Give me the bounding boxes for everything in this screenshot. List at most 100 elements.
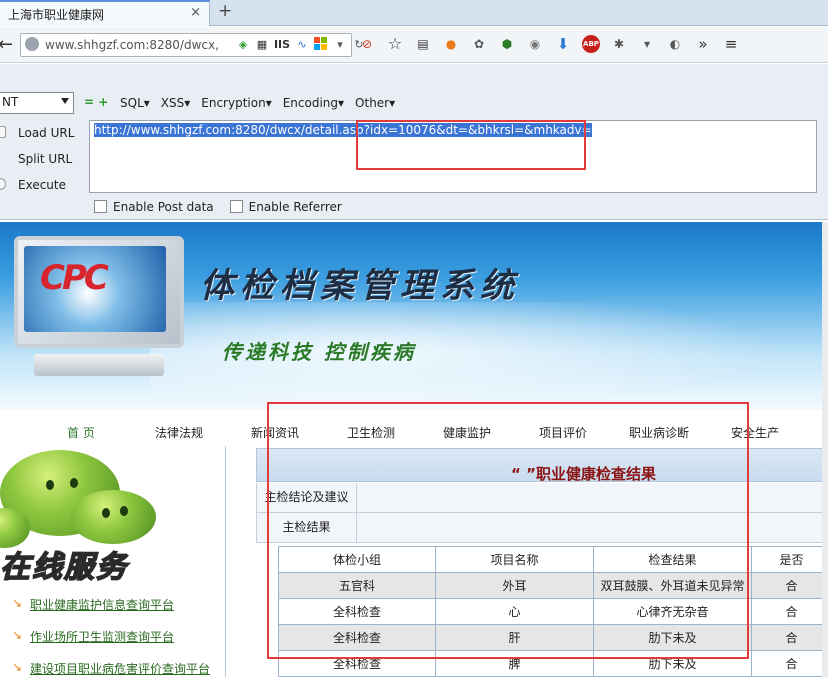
toolbar-dropdown-icon[interactable]: ▾	[638, 35, 656, 53]
load-url-button[interactable]: Load URL	[0, 122, 86, 148]
address-bar-url: www.shhgzf.com:8280/dwcx,	[45, 38, 219, 52]
menu-other[interactable]: Other▾	[355, 96, 395, 110]
nav-news[interactable]: 新闻资讯	[251, 424, 299, 441]
hackbar-options: Enable Post data Enable Referrer	[94, 200, 342, 214]
site-banner: CPC 体检档案管理系统 传递科技 控制疾病	[0, 222, 828, 410]
header-group: 体检小组	[278, 546, 436, 573]
firebug-icon[interactable]: ●	[442, 35, 460, 53]
cell-group: 五官科	[278, 572, 436, 599]
cell-pass: 合	[751, 572, 828, 599]
cell-pass: 合	[751, 598, 828, 625]
menu-xss[interactable]: XSS▾	[161, 96, 190, 110]
header-item: 项目名称	[435, 546, 594, 573]
green-mascot-small	[70, 490, 156, 544]
mascot-eye	[46, 480, 54, 490]
load-url-label: Load URL	[18, 126, 75, 140]
shield-green-icon[interactable]: ⬢	[498, 35, 516, 53]
table-header-row: 体检小组 项目名称 检查结果 是否	[278, 546, 828, 573]
hamburger-menu-icon[interactable]: ≡	[722, 35, 740, 53]
bug-icon[interactable]: ✱	[610, 35, 628, 53]
globe-icon	[25, 37, 39, 51]
hackbar-select[interactable]: NT	[0, 92, 74, 114]
table-row: 全科检查 心 心律齐无杂音 合	[278, 598, 828, 625]
hackbar-select-value: NT	[2, 95, 19, 109]
hackbar-panel: NT = + SQL▾ XSS▾ Encryption▾ Encoding▾ O…	[0, 64, 828, 220]
hackbar-menu: SQL▾ XSS▾ Encryption▾ Encoding▾ Other▾	[120, 96, 395, 110]
monitor-graphic: CPC	[14, 236, 184, 386]
menu-encoding[interactable]: Encoding▾	[283, 96, 344, 110]
load-url-icon	[0, 126, 6, 138]
settings-icon[interactable]: ◉	[526, 35, 544, 53]
execute-icon	[0, 178, 6, 190]
nav-home[interactable]: 首 页	[67, 424, 95, 441]
cell-item: 肝	[435, 624, 594, 651]
mascot-eye	[70, 478, 78, 488]
browser-tab[interactable]: 上海市职业健康网 ×	[0, 0, 210, 26]
palette-icon[interactable]: ✿	[470, 35, 488, 53]
link-label: 建设项目职业病危害评价查询平台	[30, 662, 211, 676]
menu-sql[interactable]: SQL▾	[120, 96, 150, 110]
windows-logo-icon	[313, 37, 329, 53]
sync-icon[interactable]: ◐	[666, 35, 684, 53]
table-row: 五官科 外耳 双耳鼓膜、外耳道未见异常 合	[278, 572, 828, 599]
main-result-row: 主检结果	[256, 513, 828, 543]
table-row: 全科检查 肝 肋下未及 合	[278, 624, 828, 651]
close-tab-icon[interactable]: ×	[190, 5, 201, 20]
address-bar[interactable]: www.shhgzf.com:8280/dwcx, ◈ ▦ IIS ∿ ▾ ↻	[20, 33, 364, 57]
main-result-label: 主检结果	[257, 513, 357, 542]
cpc-logo: CPC	[40, 258, 109, 298]
mascot-eye	[102, 508, 110, 518]
banner-slogan: 传递科技 控制疾病	[222, 340, 416, 364]
nav-safety[interactable]: 安全生产	[731, 424, 779, 441]
iis-badge[interactable]: IIS	[273, 37, 291, 53]
cell-result: 肋下未及	[593, 650, 752, 677]
enable-referrer-checkbox[interactable]: Enable Referrer	[229, 200, 342, 214]
page-scrollbar[interactable]	[822, 222, 828, 677]
conclusion-row: 主检结论及建议	[256, 483, 828, 513]
nav-laws[interactable]: 法律法规	[155, 424, 203, 441]
select-arrow-icon	[61, 98, 69, 104]
arrow-icon: ↘	[12, 628, 23, 642]
adblock-icon[interactable]: ABP	[582, 35, 600, 53]
cell-item: 外耳	[435, 572, 594, 599]
qr-code-icon[interactable]: ▦	[254, 37, 270, 53]
enable-post-checkbox[interactable]: Enable Post data	[94, 200, 214, 214]
new-tab-button[interactable]: +	[218, 1, 232, 21]
cell-result: 肋下未及	[593, 624, 752, 651]
cell-group: 全科检查	[278, 598, 436, 625]
download-icon[interactable]: ⬇	[554, 35, 572, 53]
split-url-button[interactable]: Split URL	[0, 148, 86, 174]
conclusion-label: 主检结论及建议	[257, 483, 357, 512]
zoom-controls[interactable]: = +	[84, 95, 108, 109]
arrow-icon: ↘	[12, 596, 23, 610]
link-label: 职业健康监护信息查询平台	[30, 598, 175, 612]
tab-title: 上海市职业健康网	[8, 8, 105, 22]
cell-result: 双耳鼓膜、外耳道未见异常	[593, 572, 752, 599]
nav-health-monitoring[interactable]: 健康监护	[443, 424, 491, 441]
monitor-base	[34, 354, 164, 376]
no-script-icon[interactable]: ⊘	[358, 35, 376, 53]
nav-project-evaluation[interactable]: 项目评价	[539, 424, 587, 441]
back-arrow-icon[interactable]: ←	[0, 34, 13, 55]
bookmark-star-icon[interactable]: ☆	[386, 35, 404, 53]
link-project-evaluation-query[interactable]: ↘ 建设项目职业病危害评价查询平台	[6, 660, 210, 677]
result-header: “ ”职业健康检查结果	[256, 448, 828, 483]
result-panel: “ ”职业健康检查结果 主检结论及建议 主检结果 体检小组 项目名称 检查结果 …	[256, 446, 828, 677]
tab-bar: 上海市职业健康网 × +	[0, 0, 828, 26]
nav-occupational-diagnosis[interactable]: 职业病诊断	[629, 424, 689, 441]
split-url-label: Split URL	[18, 152, 73, 166]
site-navigation: 首 页 法律法规 新闻资讯 卫生检测 健康监护 项目评价 职业病诊断 安全生产	[0, 424, 828, 446]
reader-list-icon[interactable]: ▤	[414, 35, 432, 53]
nav-health-testing[interactable]: 卫生检测	[347, 424, 395, 441]
link-workplace-monitoring-query[interactable]: ↘ 作业场所卫生监测查询平台	[6, 628, 210, 660]
cell-item: 心	[435, 598, 594, 625]
execute-button[interactable]: Execute	[0, 174, 86, 200]
banner-title: 体检档案管理系统	[200, 266, 520, 306]
execute-label: Execute	[18, 178, 66, 192]
link-health-monitoring-query[interactable]: ↘ 职业健康监护信息查询平台	[6, 596, 210, 628]
menu-encryption[interactable]: Encryption▾	[201, 96, 271, 110]
shield-icon[interactable]: ◈	[235, 37, 251, 53]
hackbar-url-textarea[interactable]: http://www.shhgzf.com:8280/dwcx/detail.a…	[89, 120, 817, 193]
dropdown-arrow-icon[interactable]: ▾	[332, 37, 348, 53]
overflow-chevron-icon[interactable]: »	[694, 35, 712, 53]
